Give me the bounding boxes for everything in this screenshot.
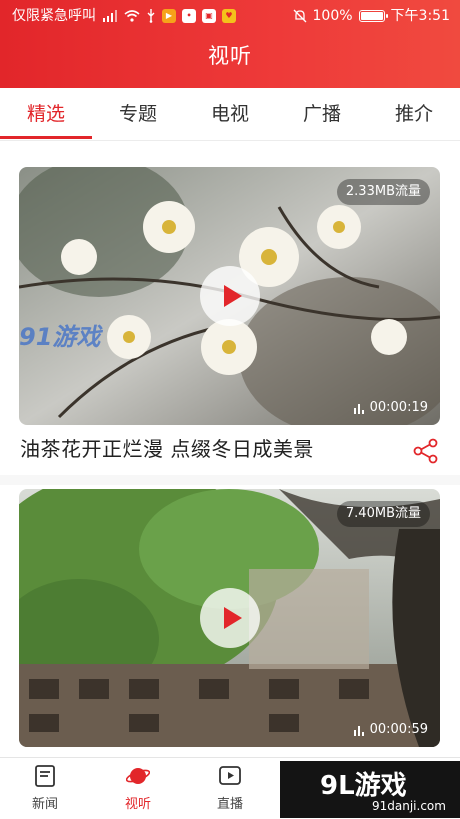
duration-text: 00:00:59 (369, 722, 428, 737)
tab-topics[interactable]: 专题 (92, 88, 184, 140)
category-tabs: 精选 专题 电视 广播 推介 (0, 88, 460, 141)
volume-bars-icon (353, 403, 364, 414)
active-tab-indicator (0, 136, 92, 139)
video-thumbnail[interactable]: 91游戏 2.33MB流量 00:00:19 (19, 167, 440, 425)
video-card[interactable]: 7.40MB流量 00:00:59 (0, 485, 460, 757)
tab-radio[interactable]: 广播 (276, 88, 368, 140)
video-card[interactable]: 91游戏 2.33MB流量 00:00:19 油茶花开正烂漫 点缀冬日成美景 (0, 141, 460, 475)
play-icon[interactable] (199, 588, 260, 648)
play-icon[interactable] (199, 266, 260, 326)
carrier-text: 仅限紧急呼叫 (12, 8, 96, 24)
planet-icon (126, 768, 150, 784)
mute-bell-icon (293, 9, 307, 23)
status-bar: 仅限紧急呼叫 ▶ • ▣ ♥ 100% 下午3:51 (0, 0, 460, 32)
usb-icon (146, 9, 156, 23)
page-title: 视听 (208, 44, 252, 68)
news-icon (35, 765, 55, 787)
data-usage-badge: 7.40MB流量 (336, 501, 430, 527)
nav-media-label: 视听 (124, 797, 151, 812)
tab-recommend[interactable]: 推介 (368, 88, 460, 140)
tab-featured[interactable]: 精选 (0, 88, 92, 140)
news-app-icon: ▣ (202, 9, 216, 23)
nav-media[interactable]: 视听 (103, 758, 173, 819)
duration-text: 00:00:19 (369, 400, 428, 415)
thumbnail-watermark: 91游戏 (19, 323, 101, 351)
nav-news[interactable]: 新闻 (10, 758, 80, 819)
app-notification-icon: • (182, 9, 196, 23)
site-watermark: 9L游戏 91danji.com (280, 761, 460, 818)
volume-bars-icon (353, 725, 364, 736)
battery-icon (358, 10, 388, 22)
clock: 下午3:51 (390, 8, 450, 24)
app-header: 仅限紧急呼叫 ▶ • ▣ ♥ 100% 下午3:51 视听 (0, 0, 460, 88)
nav-news-label: 新闻 (31, 797, 58, 812)
video-feed[interactable]: 91游戏 2.33MB流量 00:00:19 油茶花开正烂漫 点缀冬日成美景 7… (0, 141, 460, 757)
shield-app-icon: ♥ (222, 9, 236, 23)
duration-label: 00:00:19 (353, 400, 428, 415)
video-title[interactable]: 油茶花开正烂漫 点缀冬日成美景 (20, 433, 314, 462)
data-usage-badge: 2.33MB流量 (336, 179, 430, 205)
live-icon (219, 766, 241, 785)
duration-label: 00:00:59 (353, 722, 428, 737)
watermark-brand: 9L游戏 (320, 771, 407, 801)
no-signal-icon (102, 10, 118, 22)
video-app-icon: ▶ (162, 9, 176, 23)
watermark-url: 91danji.com (372, 799, 446, 813)
video-thumbnail[interactable]: 7.40MB流量 00:00:59 (19, 489, 440, 747)
wifi-icon (124, 10, 140, 22)
battery-percent: 100% (312, 8, 353, 24)
share-icon[interactable] (412, 437, 440, 465)
nav-live[interactable]: 直播 (195, 758, 265, 819)
tab-tv[interactable]: 电视 (184, 88, 276, 140)
nav-live-label: 直播 (216, 797, 243, 812)
